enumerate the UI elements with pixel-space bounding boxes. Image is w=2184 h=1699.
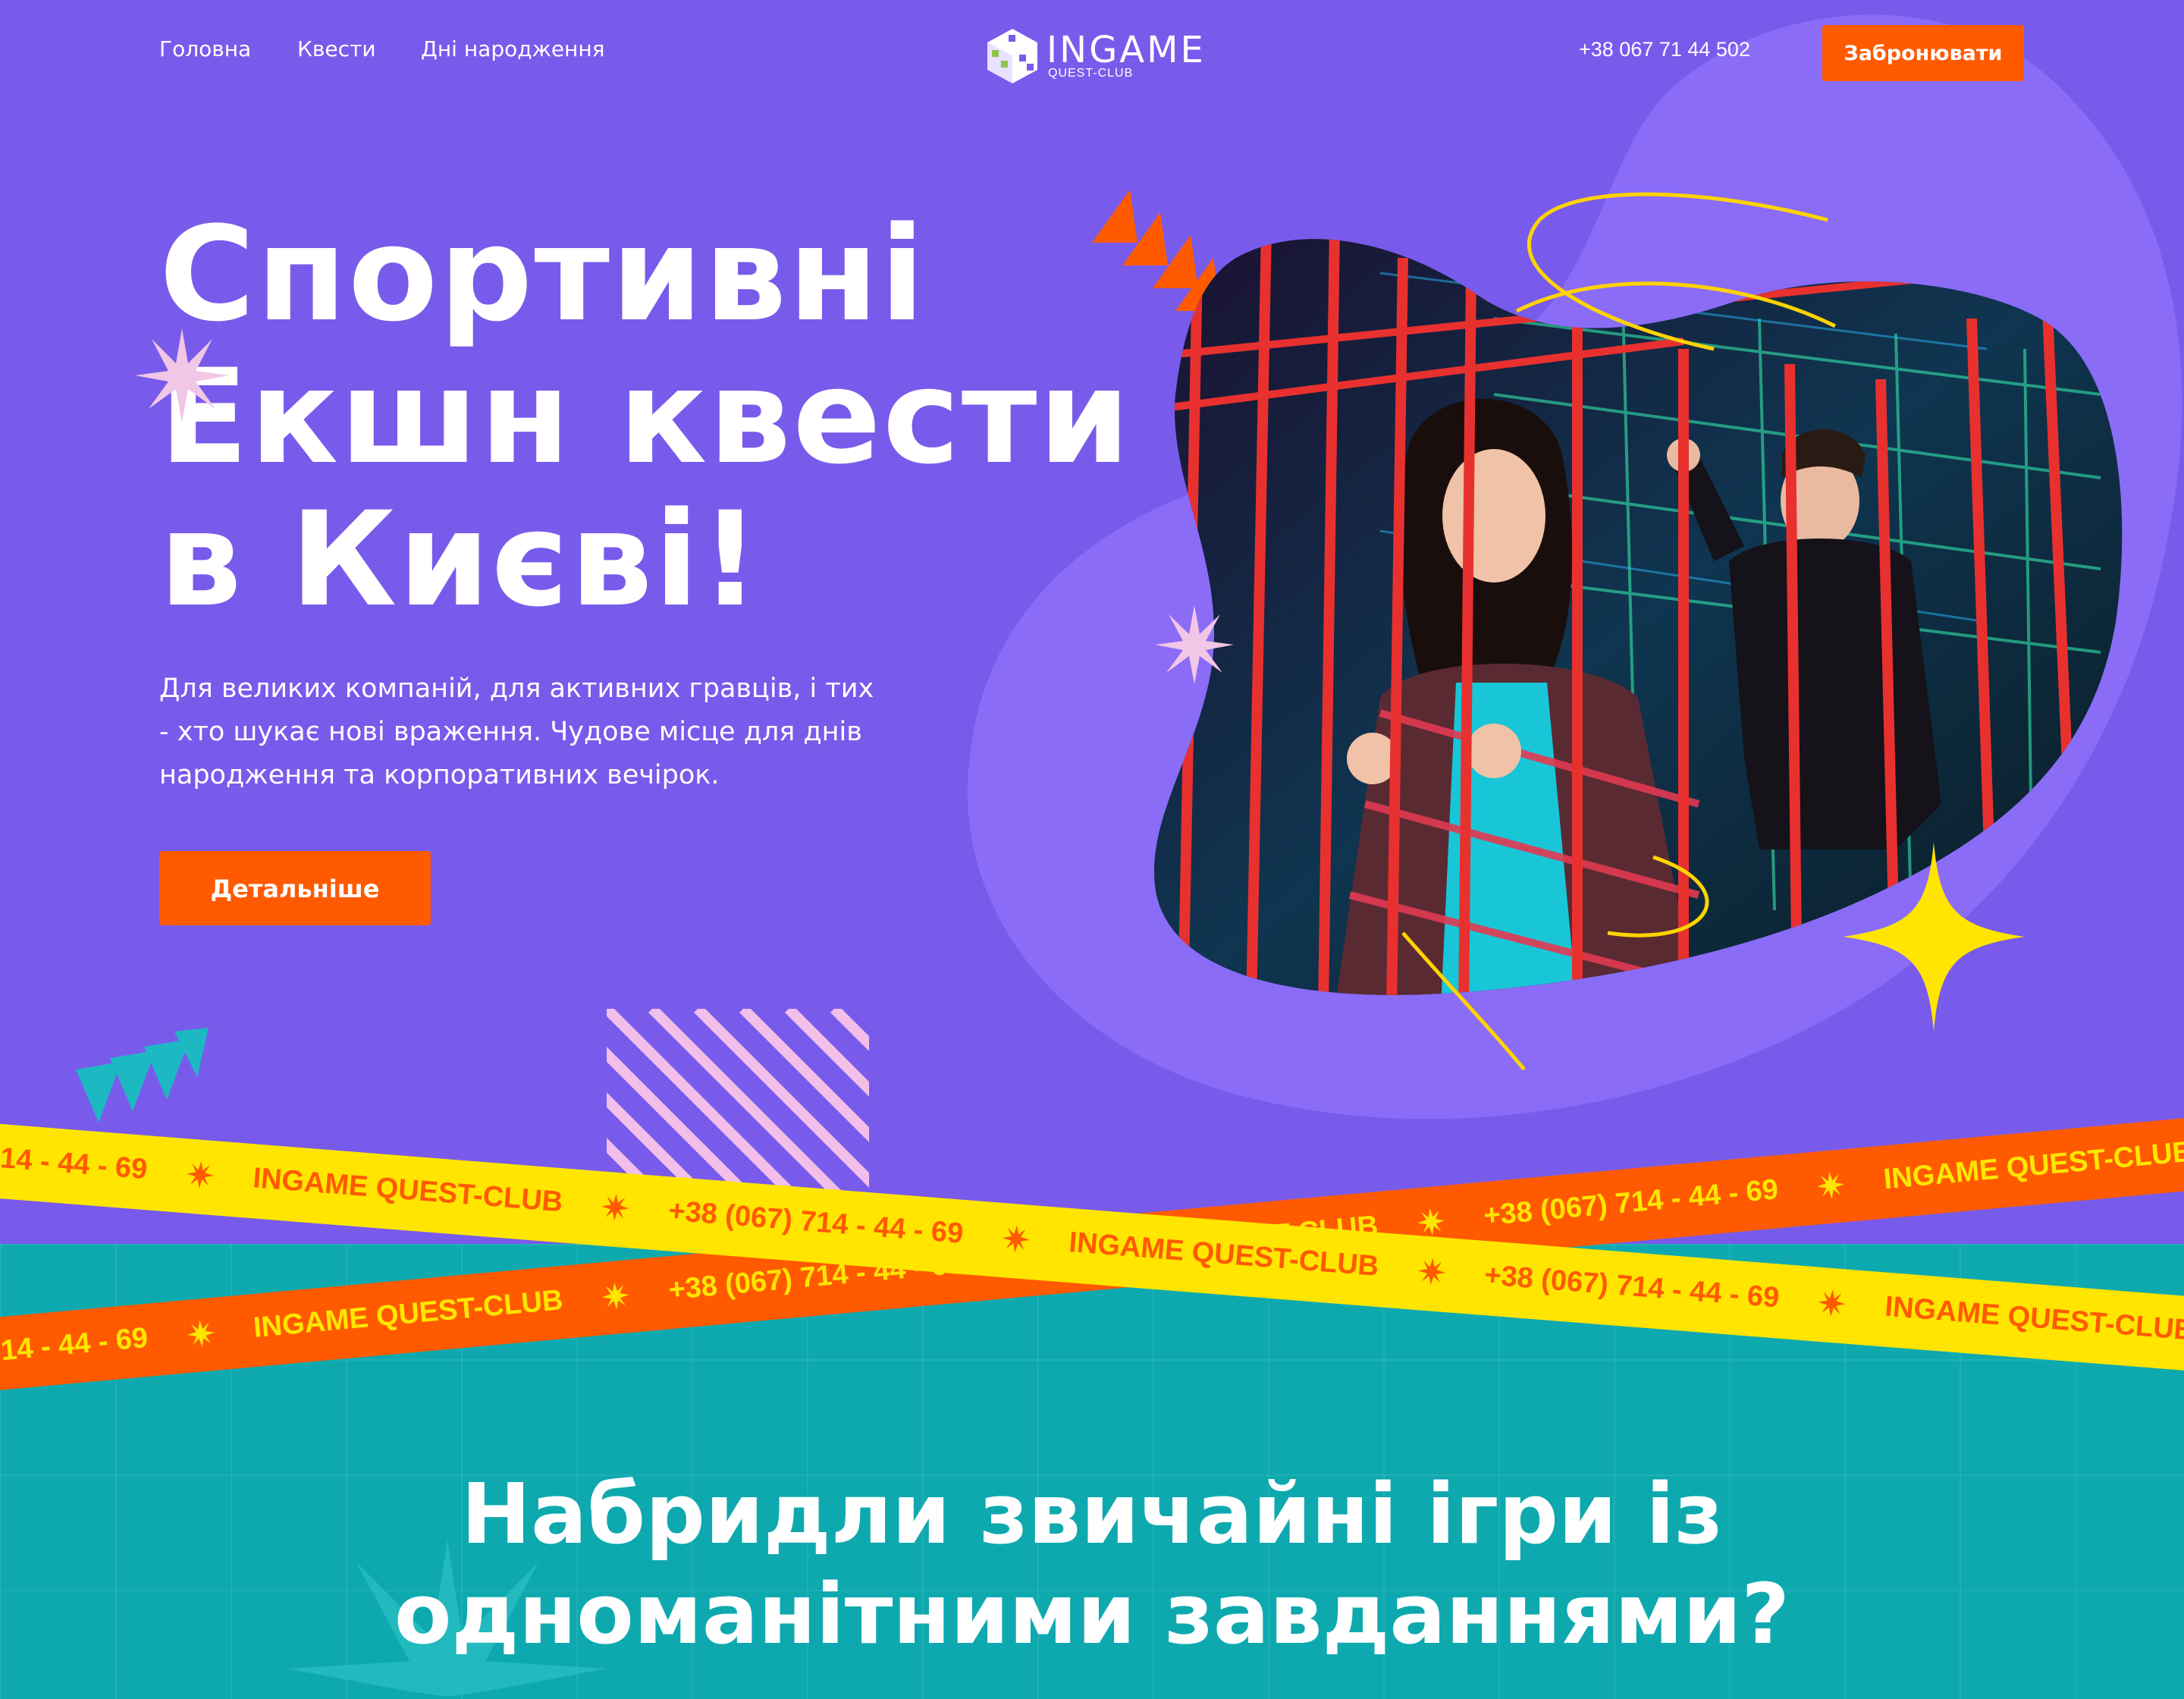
hero-title-line: Екшн квести	[159, 341, 1132, 493]
section-title-line: Набридли звичайні ігри із	[460, 1465, 1724, 1562]
hero-description: Для великих компаній, для активних гравц…	[159, 674, 874, 790]
book-button[interactable]: Забронювати	[1822, 25, 2024, 81]
details-button[interactable]: Детальніше	[159, 851, 431, 925]
ribbon-brand: INGAME QUEST-CLUB	[1884, 1290, 2184, 1347]
ribbon-phone: +38 (067) 714 - 44 - 69	[667, 1195, 965, 1250]
sun-burst-icon	[601, 1193, 629, 1221]
ribbon-brand: INGAME QUEST-CLUB	[252, 1162, 564, 1219]
header-phone[interactable]: +38 067 71 44 502	[1579, 38, 1750, 61]
ribbon-phone: +38 (067) 714 - 44 - 69	[0, 1131, 149, 1186]
sun-burst-icon	[1818, 1289, 1846, 1317]
sun-burst-icon	[187, 1319, 215, 1347]
nav-birthdays[interactable]: Дні народження	[421, 36, 605, 61]
site-logo[interactable]: INGAME QUEST-CLUB	[986, 26, 1203, 86]
section-title: Набридли звичайні ігри із одноманітними …	[0, 1464, 2184, 1664]
sun-burst-icon	[1155, 605, 1234, 684]
triangle-arrows-icon	[76, 1028, 209, 1123]
hero-title-line: в Києві!	[159, 483, 762, 636]
nav-quests[interactable]: Квести	[297, 36, 376, 61]
logo-wordmark: INGAME	[1046, 29, 1206, 71]
ribbon-phone: +38 (067) 714 - 44 - 69	[0, 1321, 149, 1380]
logo-subtitle: QUEST-CLUB	[1048, 67, 1134, 80]
ribbon-phone: +38 (067) 714 - 44 - 69	[1482, 1173, 1780, 1233]
sun-burst-icon	[602, 1282, 629, 1310]
hero-title: Спортивні Екшн квести в Києві!	[159, 203, 1145, 631]
logo-cube-icon	[987, 29, 1037, 83]
sun-burst-icon	[1817, 1171, 1845, 1199]
hero-title-line: Спортивні	[159, 198, 927, 350]
sparkle-star-icon	[1843, 842, 2025, 1032]
sun-burst-icon	[135, 328, 229, 422]
ribbon-brand: INGAME QUEST-CLUB	[252, 1284, 565, 1344]
sun-burst-icon	[1417, 1258, 1445, 1285]
sun-burst-icon	[1417, 1208, 1445, 1236]
sun-burst-icon	[186, 1160, 214, 1189]
ribbon-brand: INGAME QUEST-CLUB	[1068, 1226, 1380, 1283]
ribbon-phone: +38 (067) 714 - 44 - 69	[1483, 1259, 1781, 1314]
sun-burst-icon	[1002, 1224, 1030, 1252]
nav-home[interactable]: Головна	[159, 36, 251, 61]
section-title-line: одноманітними завданнями?	[394, 1566, 1790, 1663]
ribbon-brand: INGAME QUEST-CLUB	[1882, 1135, 2184, 1196]
